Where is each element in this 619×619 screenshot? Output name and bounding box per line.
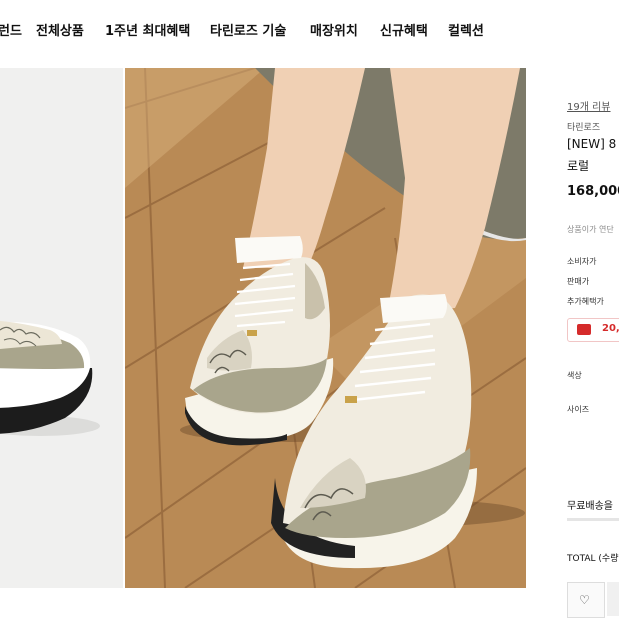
coupon-icon: [577, 324, 591, 335]
product-title: [NEW] 8: [567, 137, 617, 151]
sale-price-label: 판매가: [567, 277, 590, 286]
benefit-price-label: 추가혜택가: [567, 297, 604, 306]
price-note: 상품이가 연단: [567, 225, 614, 234]
buy-button[interactable]: [607, 582, 619, 616]
wishlist-button[interactable]: ♡: [567, 582, 605, 618]
sneakers-on-wooden-floor-photo: [125, 68, 526, 588]
shipping-label: 무료배송을: [567, 501, 613, 512]
consumer-price-label: 소비자가: [567, 257, 597, 266]
nav-item-all-products[interactable]: 전체상품: [36, 20, 84, 39]
color-label: 색상: [567, 371, 582, 380]
divider: [567, 518, 619, 521]
total-label: TOTAL (수량: [567, 554, 619, 564]
coupon-button[interactable]: 20,: [567, 318, 619, 342]
nav-item-brand[interactable]: 런드: [0, 20, 22, 39]
product-image-main: [125, 68, 526, 588]
nav-item-technology[interactable]: 타린로즈 기술: [210, 20, 286, 39]
coupon-discount-text: 20,: [602, 323, 619, 334]
nav-item-collection[interactable]: 컬렉션: [448, 20, 484, 39]
product-title-line2: 로럴: [567, 159, 590, 173]
product-price: 168,000: [567, 184, 619, 199]
review-count-link[interactable]: 19개 리뷰: [567, 98, 611, 113]
nav-item-store-location[interactable]: 매장위치: [310, 20, 358, 39]
product-info-panel: 19개 리뷰 타린로즈 [NEW] 8 로럴 168,000 상품이가 연단 소…: [567, 0, 619, 619]
nav-item-anniversary[interactable]: 1주년 최대혜택: [105, 20, 190, 39]
shoe-side-illustration: [0, 320, 100, 436]
heart-icon: ♡: [579, 593, 590, 607]
size-label: 사이즈: [567, 405, 590, 414]
product-image-previous[interactable]: [0, 68, 123, 588]
top-navigation: 런드 전체상품 1주년 최대혜택 타린로즈 기술 매장위치 신규혜택 컬렉션: [0, 0, 619, 62]
brand-name: 타린로즈: [567, 123, 601, 133]
nav-item-new-benefits[interactable]: 신규혜택: [380, 20, 428, 39]
